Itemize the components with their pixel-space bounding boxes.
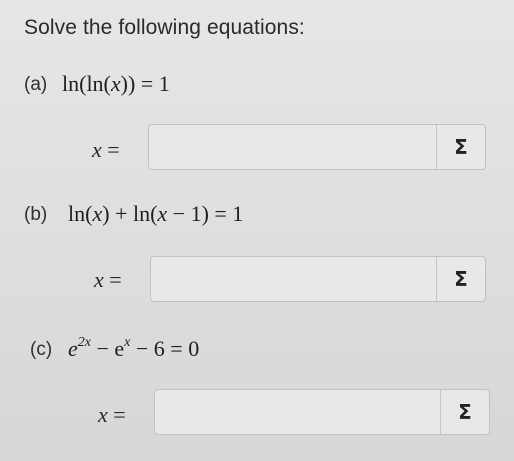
part-c-answer-box: Σ [154, 389, 490, 435]
part-b-eq-text-2: ) + ln( [102, 201, 158, 226]
part-a-symbol-button[interactable]: Σ [436, 125, 485, 169]
part-a-answer-prefix: x = [92, 137, 120, 163]
part-c-eq-tail: − 6 = 0 [130, 336, 200, 361]
part-c-eq-exp-x: x [124, 334, 131, 350]
part-b-eq-text-3: − 1) = 1 [167, 201, 244, 226]
part-b-prefix-var: x [94, 267, 104, 292]
part-b-answer-box: Σ [150, 256, 486, 302]
part-c-prefix-var: x [98, 402, 108, 427]
part-c-answer-prefix: x = [98, 402, 126, 428]
part-c-prefix-eq: = [107, 402, 126, 427]
part-a-answer-input[interactable] [149, 125, 436, 169]
part-c-label: (c) [30, 339, 53, 360]
instructions-heading: Solve the following equations: [24, 16, 305, 39]
part-a-prefix-eq: = [101, 137, 120, 162]
part-a-equation: ln(ln(x)) = 1 [62, 71, 170, 97]
part-c-eq-base-e-1: e [68, 336, 78, 361]
part-a-answer-box: Σ [148, 124, 486, 170]
part-b-equation: ln(x) + ln(x − 1) = 1 [68, 201, 243, 227]
part-b-answer-prefix: x = [94, 267, 122, 293]
part-b-answer-input[interactable] [151, 257, 436, 301]
part-c-eq-minus-e: − e [90, 336, 125, 361]
part-b-eq-text-1: ln( [68, 201, 93, 226]
part-a-eq-text-1: ln(ln( [62, 71, 111, 96]
equations-page: Solve the following equations: (a) ln(ln… [0, 0, 514, 461]
part-a-prefix-var: x [92, 137, 102, 162]
part-b-eq-var-x-2: x [157, 201, 168, 226]
part-a-label: (a) [24, 74, 48, 95]
part-b-label: (b) [24, 204, 48, 225]
part-b-eq-var-x-1: x [92, 201, 103, 226]
part-b-symbol-button[interactable]: Σ [436, 257, 485, 301]
part-c-answer-input[interactable] [155, 390, 440, 434]
part-b-prefix-eq: = [103, 267, 122, 292]
part-c-symbol-button[interactable]: Σ [440, 390, 489, 434]
part-a-eq-text-2: )) = 1 [120, 71, 170, 96]
part-c-eq-exp-2x: 2x [77, 334, 91, 350]
part-c-equation: e2x − ex − 6 = 0 [68, 334, 200, 362]
part-a-eq-var-x: x [110, 71, 121, 96]
